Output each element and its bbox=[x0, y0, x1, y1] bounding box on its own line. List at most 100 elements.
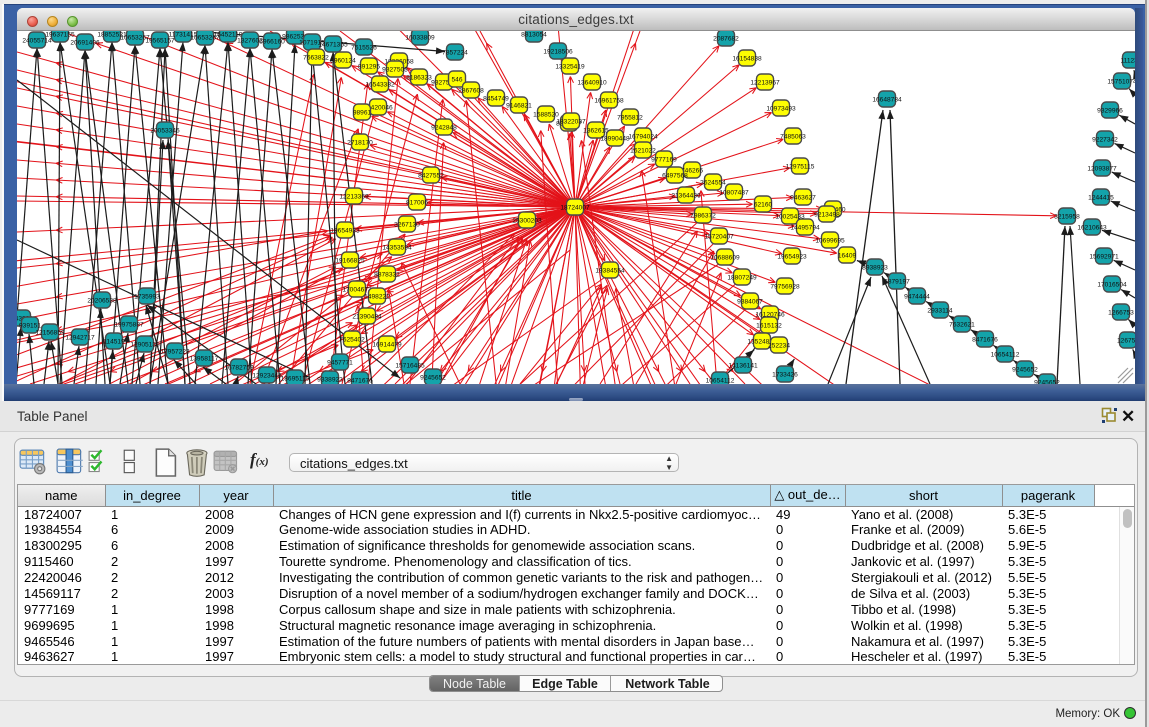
svg-text:3215958: 3215958 bbox=[1054, 213, 1080, 220]
svg-text:12905135: 12905135 bbox=[130, 341, 160, 348]
svg-text:7857224: 7857224 bbox=[442, 49, 468, 56]
svg-text:12975115: 12975115 bbox=[786, 163, 815, 170]
svg-text:10688609: 10688609 bbox=[710, 254, 740, 261]
svg-text:126753: 126753 bbox=[1117, 337, 1135, 344]
svg-text:19637155: 19637155 bbox=[45, 31, 75, 38]
svg-text:9457771: 9457771 bbox=[327, 359, 353, 366]
svg-text:2718170: 2718170 bbox=[347, 139, 373, 146]
svg-text:111235: 111235 bbox=[1120, 57, 1135, 64]
svg-text:1588520: 1588520 bbox=[533, 111, 559, 118]
svg-text:8454749: 8454749 bbox=[483, 95, 509, 102]
svg-text:14136141: 14136141 bbox=[728, 362, 758, 369]
svg-text:9327503: 9327503 bbox=[382, 66, 408, 73]
svg-text:252234: 252234 bbox=[768, 342, 790, 349]
svg-text:18322037: 18322037 bbox=[556, 118, 586, 125]
svg-text:6497568: 6497568 bbox=[662, 172, 688, 179]
svg-text:9384067: 9384067 bbox=[737, 298, 763, 305]
svg-text:12942717: 12942717 bbox=[65, 334, 95, 341]
svg-text:10654112: 10654112 bbox=[706, 377, 735, 384]
svg-text:19218506: 19218506 bbox=[543, 48, 573, 55]
svg-text:7632621: 7632621 bbox=[949, 321, 975, 328]
svg-text:18990448: 18990448 bbox=[600, 135, 630, 142]
svg-text:7663822: 7663822 bbox=[303, 54, 329, 61]
svg-text:19654923: 19654923 bbox=[777, 253, 807, 260]
svg-text:3267130: 3267130 bbox=[394, 221, 420, 228]
svg-text:2087682: 2087682 bbox=[713, 35, 739, 42]
svg-text:10654112: 10654112 bbox=[991, 351, 1020, 358]
svg-text:10973493: 10973493 bbox=[766, 105, 796, 112]
svg-text:8471676: 8471676 bbox=[347, 377, 373, 384]
svg-text:9245652: 9245652 bbox=[1034, 379, 1060, 384]
svg-text:16033809: 16033809 bbox=[405, 34, 435, 41]
svg-text:7515526: 7515526 bbox=[351, 44, 377, 51]
svg-text:9777169: 9777169 bbox=[651, 156, 677, 163]
svg-text:7955812: 7955812 bbox=[617, 114, 643, 121]
svg-text:114519: 114519 bbox=[103, 338, 125, 345]
svg-text:15751074: 15751074 bbox=[1107, 78, 1135, 85]
svg-text:12923448: 12923448 bbox=[252, 372, 282, 379]
svg-text:891295: 891295 bbox=[358, 63, 380, 70]
svg-text:8186323: 8186323 bbox=[406, 74, 432, 81]
svg-text:1621022: 1621022 bbox=[630, 147, 656, 154]
svg-text:10699695: 10699695 bbox=[815, 237, 845, 244]
svg-text:9227342: 9227342 bbox=[1092, 136, 1118, 143]
svg-text:3624554: 3624554 bbox=[700, 179, 726, 186]
svg-text:9329966: 9329966 bbox=[1097, 107, 1123, 114]
svg-text:9245652: 9245652 bbox=[420, 374, 446, 381]
svg-text:1733426: 1733426 bbox=[772, 371, 798, 378]
svg-text:17016504: 17016504 bbox=[1097, 281, 1127, 288]
svg-text:9338923: 9338923 bbox=[317, 376, 343, 383]
svg-text:8878332: 8878332 bbox=[374, 271, 400, 278]
svg-text:21364436: 21364436 bbox=[671, 192, 701, 199]
svg-text:8813054: 8813054 bbox=[521, 31, 547, 38]
svg-text:9213498: 9213498 bbox=[814, 211, 840, 218]
svg-text:1362615: 1362615 bbox=[583, 127, 609, 134]
svg-text:1498222: 1498222 bbox=[364, 293, 390, 300]
svg-text:817006: 817006 bbox=[406, 199, 428, 206]
svg-text:7625402: 7625402 bbox=[339, 336, 365, 343]
svg-text:9245652: 9245652 bbox=[1012, 366, 1038, 373]
svg-text:14671355: 14671355 bbox=[318, 41, 348, 48]
svg-text:1615132: 1615132 bbox=[756, 322, 782, 329]
svg-text:12093877: 12093877 bbox=[1087, 165, 1117, 172]
svg-text:1266753: 1266753 bbox=[1108, 309, 1134, 316]
svg-text:1244415: 1244415 bbox=[1088, 194, 1114, 201]
svg-text:546: 546 bbox=[451, 76, 462, 83]
svg-text:16961758: 16961758 bbox=[594, 97, 624, 104]
svg-text:12213967: 12213967 bbox=[750, 79, 780, 86]
svg-text:7485063: 7485063 bbox=[780, 133, 806, 140]
svg-text:16782759: 16782759 bbox=[224, 364, 254, 371]
svg-text:16794024: 16794024 bbox=[628, 133, 658, 140]
svg-text:18724007: 18724007 bbox=[560, 204, 590, 211]
svg-text:20053346: 20053346 bbox=[150, 127, 180, 134]
svg-text:21390484: 21390484 bbox=[352, 313, 382, 320]
svg-text:19654933: 19654933 bbox=[330, 227, 360, 234]
svg-text:19166825: 19166825 bbox=[335, 257, 365, 264]
svg-text:16409: 16409 bbox=[838, 252, 857, 259]
svg-text:16543382: 16543382 bbox=[365, 81, 395, 88]
svg-text:17004673: 17004673 bbox=[342, 286, 372, 293]
svg-text:18807249: 18807249 bbox=[727, 274, 757, 281]
svg-text:20691406: 20691406 bbox=[70, 39, 100, 46]
svg-text:15692971: 15692971 bbox=[1089, 253, 1119, 260]
svg-text:98961: 98961 bbox=[353, 109, 372, 116]
svg-text:17957223: 17957223 bbox=[160, 348, 190, 355]
svg-text:19384554: 19384554 bbox=[595, 267, 625, 274]
svg-text:19975887: 19975887 bbox=[114, 321, 144, 328]
svg-text:9242848: 9242848 bbox=[431, 124, 457, 131]
svg-text:15720407: 15720407 bbox=[704, 233, 734, 240]
svg-text:12213369: 12213369 bbox=[339, 193, 369, 200]
svg-text:8471676: 8471676 bbox=[972, 336, 998, 343]
svg-text:6879197: 6879197 bbox=[884, 278, 910, 285]
svg-text:13325419: 13325419 bbox=[555, 63, 585, 70]
svg-text:8960124: 8960124 bbox=[330, 57, 356, 64]
svg-text:19565157: 19565157 bbox=[145, 37, 175, 44]
svg-text:7986372: 7986372 bbox=[690, 212, 716, 219]
svg-text:79756928: 79756928 bbox=[770, 283, 800, 290]
svg-text:1735993: 1735993 bbox=[134, 293, 160, 300]
svg-text:9474444: 9474444 bbox=[904, 293, 930, 300]
svg-text:62160: 62160 bbox=[754, 201, 773, 208]
svg-text:939151: 939151 bbox=[19, 322, 41, 329]
svg-text:8938923: 8938923 bbox=[862, 264, 888, 271]
svg-text:25300203: 25300203 bbox=[512, 217, 542, 224]
